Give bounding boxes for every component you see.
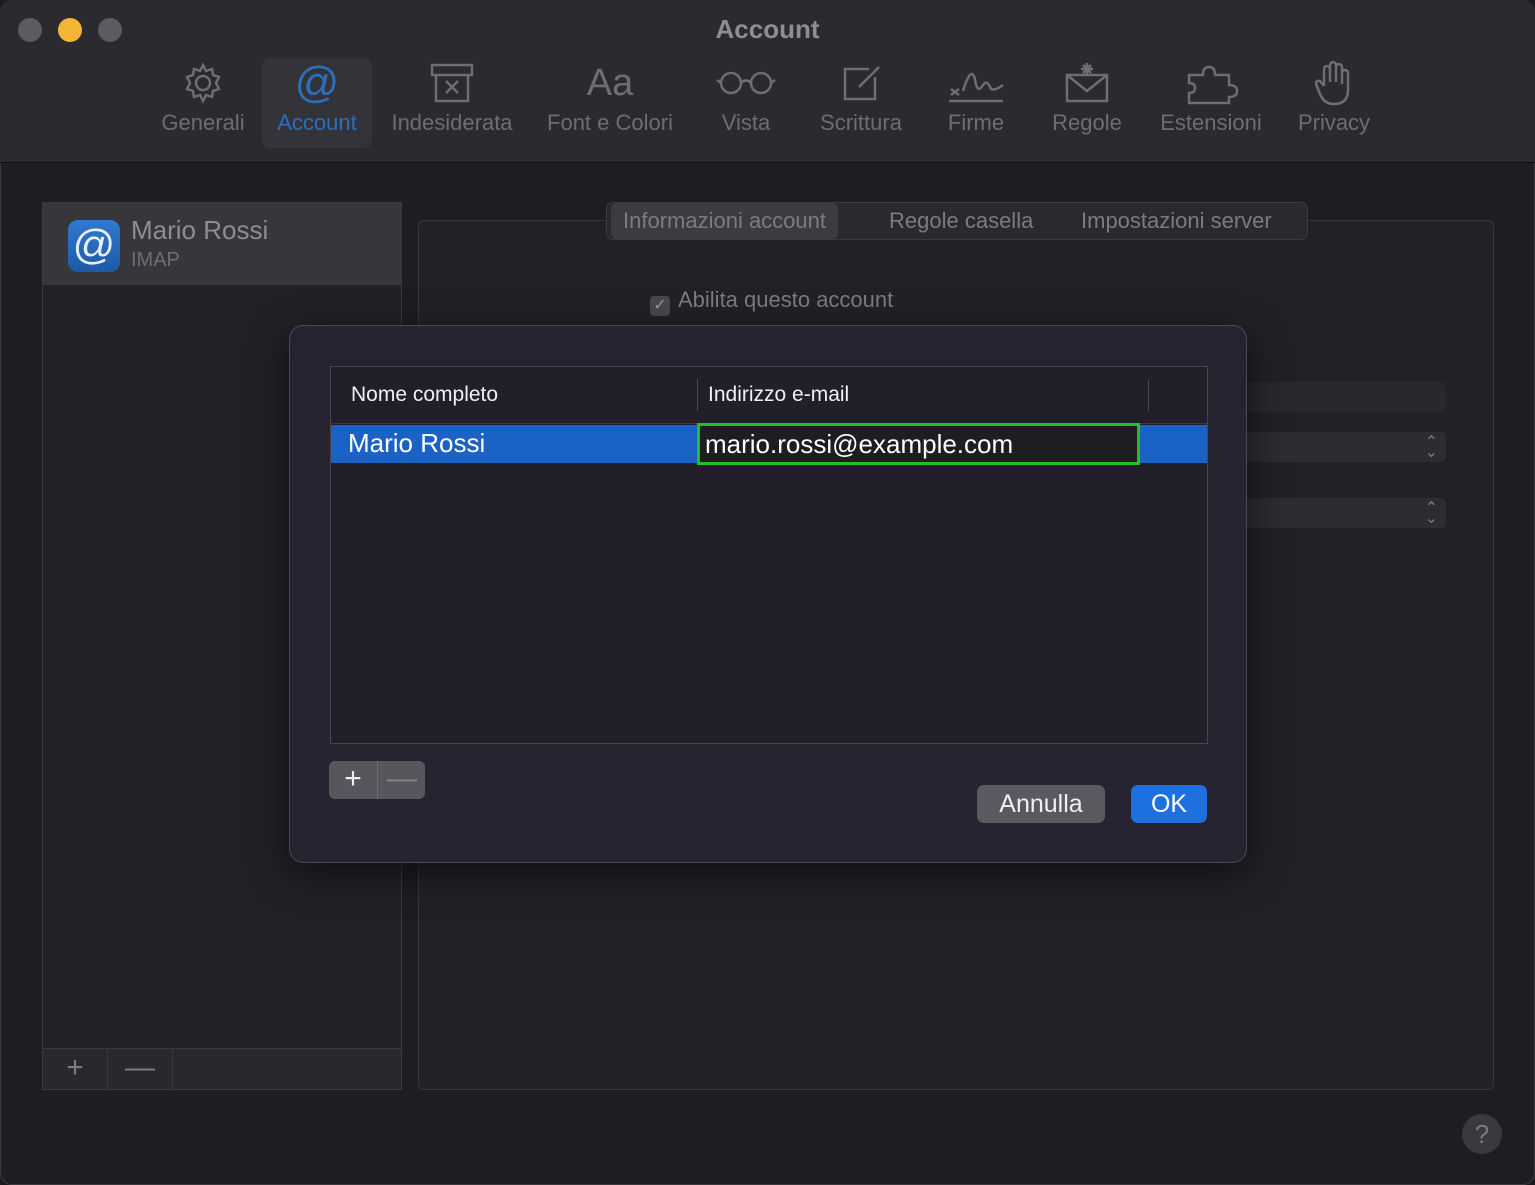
account-list-footer: + —	[43, 1048, 401, 1089]
column-divider	[697, 379, 698, 411]
toolbar-regole[interactable]: Regole	[1046, 58, 1128, 148]
account-type: IMAP	[131, 249, 180, 271]
email-field[interactable]	[700, 426, 1135, 462]
table-row[interactable]: Mario Rossi	[331, 423, 1207, 465]
remove-account-button[interactable]: —	[108, 1049, 173, 1089]
toolbar-indesiderata[interactable]: Indesiderata	[384, 58, 520, 148]
rules-icon	[1065, 63, 1109, 103]
cancel-button[interactable]: Annulla	[977, 785, 1105, 823]
toolbar-account[interactable]: @ Account	[262, 58, 372, 148]
toolbar-scrittura[interactable]: Scrittura	[812, 58, 910, 148]
email-cell-editor[interactable]	[697, 423, 1140, 465]
puzzle-icon	[1187, 65, 1239, 105]
glasses-icon	[716, 71, 776, 95]
toolbar-estensioni[interactable]: Estensioni	[1152, 58, 1270, 148]
junk-icon	[430, 63, 474, 103]
at-icon: @	[294, 58, 340, 107]
toolbar: Account Generali @ Account Indesiderata …	[0, 0, 1535, 163]
account-popup-1[interactable]: ⌃ ⌄	[1230, 432, 1446, 462]
remove-alias-button[interactable]: —	[377, 761, 426, 799]
preferences-window: Account Generali @ Account Indesiderata …	[0, 0, 1535, 1185]
column-divider	[1148, 379, 1149, 411]
account-row-mario-rossi[interactable]: @ Mario Rossi IMAP	[43, 203, 401, 285]
enable-account-checkbox[interactable]: ✓	[650, 296, 670, 316]
column-header-email[interactable]: Indirizzo e-mail	[708, 383, 849, 407]
add-alias-button[interactable]: +	[329, 761, 377, 799]
compose-icon	[843, 66, 880, 101]
table-header: Nome completo Indirizzo e-mail	[331, 367, 1207, 424]
toolbar-font-colori[interactable]: Aa Font e Colori	[538, 58, 682, 148]
enable-account-row[interactable]: ✓ Abilita questo account	[650, 287, 893, 316]
window-title: Account	[715, 14, 820, 44]
row-full-name[interactable]: Mario Rossi	[348, 428, 485, 459]
account-text-field[interactable]	[1230, 382, 1446, 412]
updown-chevron-icon: ⌃ ⌄	[1424, 500, 1438, 527]
toolbar-generali[interactable]: Generali	[156, 58, 250, 148]
toolbar-privacy[interactable]: Privacy	[1292, 58, 1376, 148]
add-remove-control: + —	[329, 761, 425, 799]
help-button[interactable]: ?	[1462, 1114, 1502, 1154]
column-header-full-name[interactable]: Nome completo	[351, 383, 498, 407]
updown-chevron-icon: ⌃ ⌄	[1424, 434, 1438, 461]
tab-bar: Informazioni account Regole casella Impo…	[606, 202, 1308, 240]
enable-account-label: Abilita questo account	[678, 287, 894, 312]
toolbar-firme[interactable]: Firme	[940, 58, 1012, 148]
imap-account-icon: @	[68, 220, 120, 272]
add-account-button[interactable]: +	[43, 1049, 108, 1089]
account-popup-2[interactable]: ⌃ ⌄	[1230, 498, 1446, 528]
alias-sheet: Nome completo Indirizzo e-mail Mario Ros…	[289, 325, 1247, 863]
tab-impostazioni-server[interactable]: Impostazioni server	[1081, 203, 1272, 239]
font-icon: Aa	[586, 61, 634, 104]
tab-regole-casella[interactable]: Regole casella	[889, 203, 1033, 239]
hand-icon	[1314, 60, 1350, 106]
signature-icon	[949, 72, 1004, 103]
tab-informazioni-account[interactable]: Informazioni account	[611, 203, 838, 239]
ok-button[interactable]: OK	[1131, 785, 1207, 823]
account-name: Mario Rossi	[131, 215, 269, 245]
toolbar-vista[interactable]: Vista	[710, 58, 782, 148]
alias-table: Nome completo Indirizzo e-mail Mario Ros…	[330, 366, 1208, 744]
gear-icon	[185, 62, 221, 104]
